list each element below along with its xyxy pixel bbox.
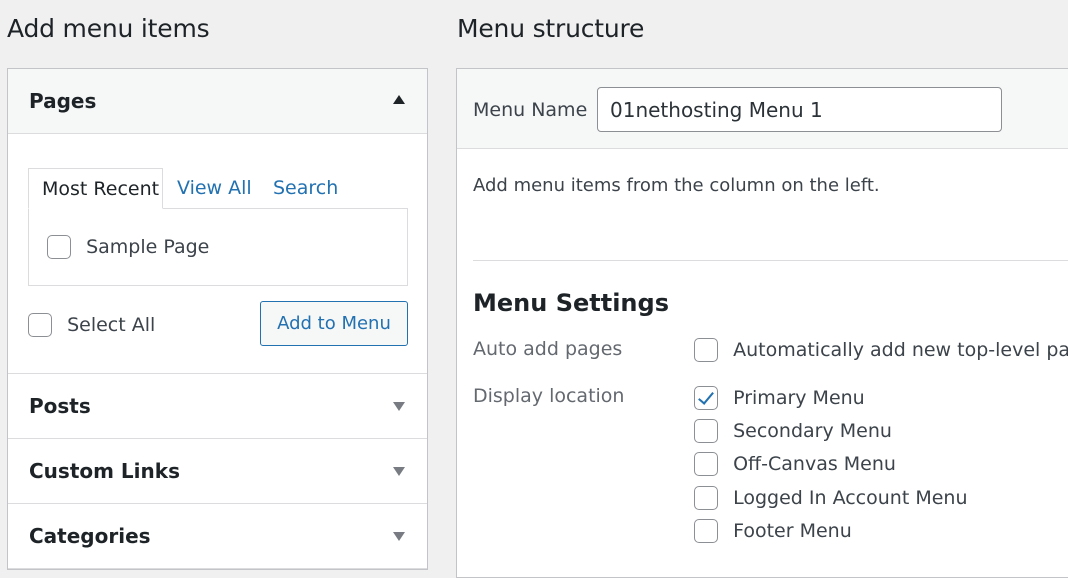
off-canvas-menu-checkbox[interactable] xyxy=(694,452,718,476)
auto-add-pages-label: Auto add pages xyxy=(473,338,623,360)
footer-menu-label: Footer Menu xyxy=(733,520,852,542)
primary-menu-label: Primary Menu xyxy=(733,387,865,409)
pages-section-body: Most Recent View All Search Sample Page … xyxy=(8,134,427,374)
secondary-menu-label: Secondary Menu xyxy=(733,420,892,442)
most-recent-panel: Sample Page xyxy=(28,208,408,286)
logged-in-account-menu-checkbox[interactable] xyxy=(694,486,718,510)
display-location-label: Display location xyxy=(473,385,625,407)
location-secondary-row: Secondary Menu xyxy=(694,419,892,443)
pages-section-header[interactable]: Pages xyxy=(8,69,427,134)
add-menu-items-panel: Pages Most Recent View All Search Sample… xyxy=(7,68,428,570)
posts-section-title: Posts xyxy=(29,394,91,418)
arrow-up-icon xyxy=(393,95,405,104)
logged-in-account-menu-label: Logged In Account Menu xyxy=(733,487,968,509)
custom-links-section-title: Custom Links xyxy=(29,459,180,483)
tab-view-all[interactable]: View All xyxy=(177,168,252,209)
menu-name-bar: Menu Name xyxy=(457,69,1068,149)
location-primary-row: Primary Menu xyxy=(694,386,865,410)
sample-page-checkbox[interactable] xyxy=(47,235,71,259)
select-all-row: Select All xyxy=(28,313,155,337)
arrow-down-icon xyxy=(393,467,405,476)
menu-structure-heading: Menu structure xyxy=(457,14,645,43)
location-footer-row: Footer Menu xyxy=(694,519,852,543)
add-menu-items-heading: Add menu items xyxy=(7,14,210,43)
add-to-menu-button[interactable]: Add to Menu xyxy=(260,301,408,346)
pages-section-title: Pages xyxy=(29,89,97,113)
auto-add-option-label: Automatically add new top-level pages xyxy=(733,339,1068,361)
tab-most-recent[interactable]: Most Recent xyxy=(28,168,163,209)
menu-name-input[interactable] xyxy=(597,87,1002,132)
posts-section-header[interactable]: Posts xyxy=(8,374,427,439)
off-canvas-menu-label: Off-Canvas Menu xyxy=(733,453,896,475)
auto-add-row: Automatically add new top-level pages xyxy=(694,338,1068,362)
custom-links-section-header[interactable]: Custom Links xyxy=(8,439,427,504)
arrow-down-icon xyxy=(393,532,405,541)
menu-settings-title: Menu Settings xyxy=(473,289,669,317)
pages-tabs: Most Recent View All Search xyxy=(28,168,408,209)
divider xyxy=(473,260,1068,261)
arrow-down-icon xyxy=(393,402,405,411)
footer-menu-checkbox[interactable] xyxy=(694,519,718,543)
select-all-label: Select All xyxy=(67,314,156,336)
menu-name-label: Menu Name xyxy=(473,99,588,121)
primary-menu-checkbox[interactable] xyxy=(694,386,718,410)
location-off-canvas-row: Off-Canvas Menu xyxy=(694,452,896,476)
sample-page-label: Sample Page xyxy=(86,236,210,258)
categories-section-header[interactable]: Categories xyxy=(8,504,427,569)
menu-structure-panel: Menu Name Add menu items from the column… xyxy=(456,68,1068,578)
list-item: Sample Page xyxy=(47,235,209,259)
menu-instructions: Add menu items from the column on the le… xyxy=(473,175,880,196)
secondary-menu-checkbox[interactable] xyxy=(694,419,718,443)
select-all-checkbox[interactable] xyxy=(28,313,52,337)
categories-section-title: Categories xyxy=(29,524,151,548)
auto-add-checkbox[interactable] xyxy=(694,338,718,362)
location-logged-in-row: Logged In Account Menu xyxy=(694,486,968,510)
tab-search[interactable]: Search xyxy=(273,168,338,209)
